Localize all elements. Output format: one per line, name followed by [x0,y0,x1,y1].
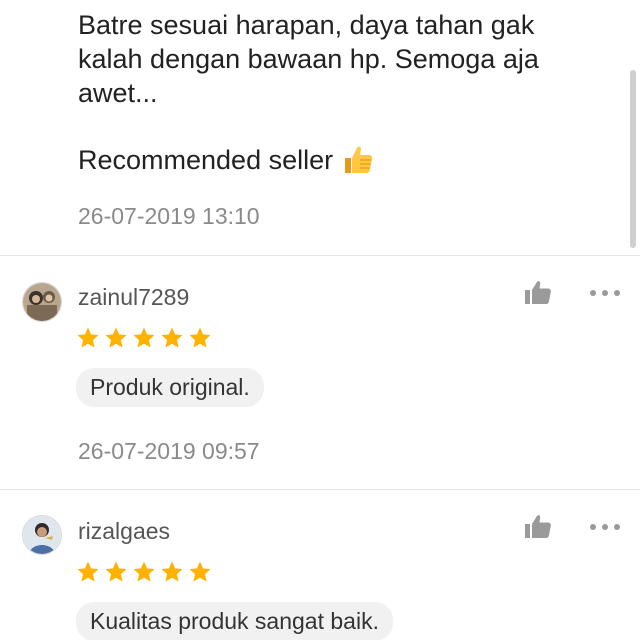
review-username[interactable]: rizalgaes [78,518,170,545]
review-comment: Produk original. [76,368,264,407]
more-options-icon[interactable] [590,287,622,299]
review-timestamp: 26-07-2019 13:10 [78,203,260,229]
avatar[interactable] [22,515,62,555]
thumbs-up-icon[interactable] [524,280,552,306]
star-icon [189,327,211,348]
star-icon [189,561,211,582]
review-item: zainul7289 Produk original. 26-07-2019 0… [0,256,640,490]
rating-stars [76,560,212,584]
star-icon [161,327,183,348]
star-icon [105,561,127,582]
review-text: Batre sesuai harapan, daya tahan gak kal… [78,10,539,108]
avatar[interactable] [22,282,62,322]
thumbs-up-icon[interactable] [524,514,552,540]
review-comment: Kualitas produk sangat baik. [76,602,393,640]
star-icon [133,561,155,582]
thumbs-up-emoji-icon [341,143,375,177]
more-options-icon[interactable] [590,521,622,533]
star-icon [77,561,99,582]
review-item: rizalgaes Kualitas produk sangat baik. [0,490,640,640]
rating-stars [76,326,212,350]
review-recommend-line: Recommended seller [78,142,375,178]
star-icon [77,327,99,348]
star-icon [133,327,155,348]
recommend-text: Recommended seller [78,145,334,175]
star-icon [105,327,127,348]
review-item: Batre sesuai harapan, daya tahan gak kal… [0,0,640,256]
review-timestamp: 26-07-2019 09:57 [78,438,260,464]
star-icon [161,561,183,582]
review-list: Batre sesuai harapan, daya tahan gak kal… [0,0,640,640]
review-username[interactable]: zainul7289 [78,284,189,311]
